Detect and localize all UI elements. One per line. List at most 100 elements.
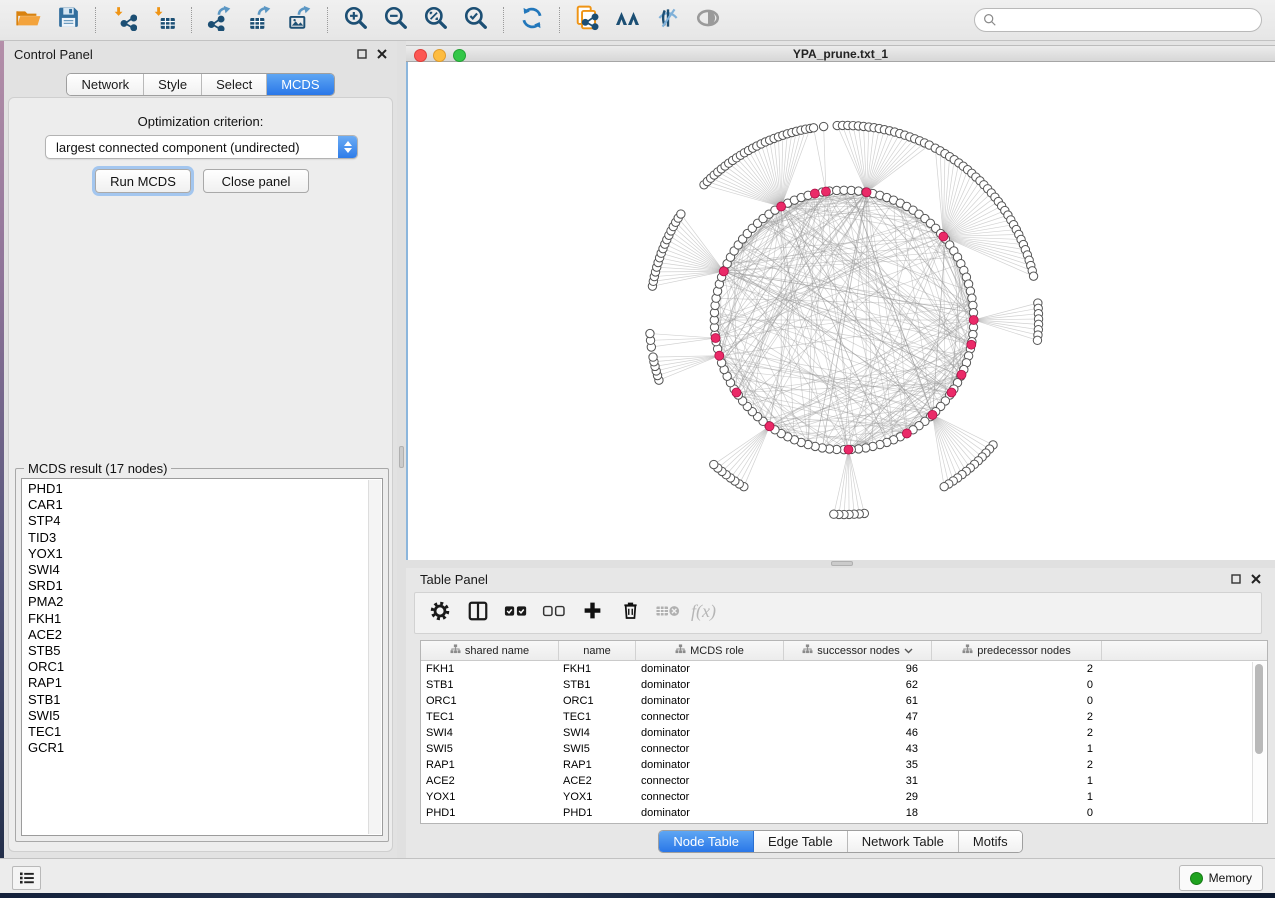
delete-column-button[interactable] [615, 598, 645, 628]
cell-predecessor-nodes[interactable]: 2 [932, 711, 1102, 723]
cell-successor-nodes[interactable]: 62 [784, 679, 932, 691]
cell-name[interactable]: STB1 [559, 679, 636, 691]
cell-MCDS-role[interactable]: dominator [636, 727, 784, 739]
tab-mcds[interactable]: MCDS [267, 74, 333, 95]
cell-successor-nodes[interactable]: 96 [784, 663, 932, 675]
save-session-button[interactable] [51, 5, 85, 35]
network-canvas[interactable] [406, 62, 1275, 560]
tab-motifs[interactable]: Motifs [959, 831, 1022, 852]
cell-MCDS-role[interactable]: dominator [636, 695, 784, 707]
mcds-result-node[interactable]: FKH1 [22, 611, 368, 627]
cell-shared-name[interactable]: YOX1 [421, 791, 559, 803]
mcds-result-node[interactable]: ORC1 [22, 659, 368, 675]
cell-successor-nodes[interactable]: 29 [784, 791, 932, 803]
column-header-shared-name[interactable]: shared name [421, 641, 559, 660]
cell-successor-nodes[interactable]: 31 [784, 775, 932, 787]
table-row-SWI5[interactable]: SWI5SWI5connector431 [421, 741, 1267, 757]
deselect-all-button[interactable] [539, 598, 569, 628]
export-image-button[interactable] [283, 5, 317, 35]
tab-network-table[interactable]: Network Table [848, 831, 959, 852]
cell-predecessor-nodes[interactable]: 0 [932, 807, 1102, 819]
birds-eye-button[interactable] [611, 5, 645, 35]
tab-style[interactable]: Style [144, 74, 202, 95]
cell-MCDS-role[interactable]: connector [636, 791, 784, 803]
import-table-button[interactable] [147, 5, 181, 35]
zoom-fit-button[interactable] [419, 5, 453, 35]
export-network-button[interactable] [203, 5, 237, 35]
cell-successor-nodes[interactable]: 18 [784, 807, 932, 819]
cell-MCDS-role[interactable]: dominator [636, 663, 784, 675]
close-panel-button[interactable]: Close panel [203, 169, 309, 193]
zoom-selected-button[interactable] [459, 5, 493, 35]
tab-select[interactable]: Select [202, 74, 267, 95]
table-row-ORC1[interactable]: ORC1ORC1dominator610 [421, 693, 1267, 709]
cell-shared-name[interactable]: ORC1 [421, 695, 559, 707]
search-input[interactable] [997, 10, 1261, 30]
float-panel-icon[interactable] [356, 49, 367, 60]
table-row-RAP1[interactable]: RAP1RAP1dominator352 [421, 757, 1267, 773]
select-all-button[interactable] [501, 598, 531, 628]
memory-button[interactable]: Memory [1179, 865, 1263, 891]
mcds-result-node[interactable]: SRD1 [22, 578, 368, 594]
mcds-result-node[interactable]: SWI5 [22, 708, 368, 724]
close-panel-icon[interactable] [376, 49, 387, 60]
cell-predecessor-nodes[interactable]: 1 [932, 775, 1102, 787]
cell-MCDS-role[interactable]: dominator [636, 759, 784, 771]
cell-name[interactable]: SWI5 [559, 743, 636, 755]
cell-shared-name[interactable]: TEC1 [421, 711, 559, 723]
cell-MCDS-role[interactable]: dominator [636, 679, 784, 691]
zoom-out-button[interactable] [379, 5, 413, 35]
tab-edge-table[interactable]: Edge Table [754, 831, 848, 852]
column-header-successor-nodes[interactable]: successor nodes [784, 641, 932, 660]
result-list-scrollbar[interactable] [368, 480, 381, 834]
import-network-button[interactable] [107, 5, 141, 35]
cell-predecessor-nodes[interactable]: 2 [932, 727, 1102, 739]
cell-shared-name[interactable]: RAP1 [421, 759, 559, 771]
cell-shared-name[interactable]: STB1 [421, 679, 559, 691]
run-mcds-button[interactable]: Run MCDS [95, 169, 191, 193]
mcds-result-node[interactable]: STB5 [22, 643, 368, 659]
cell-shared-name[interactable]: PHD1 [421, 807, 559, 819]
float-panel-icon[interactable] [1230, 574, 1241, 585]
mcds-result-node[interactable]: TID3 [22, 530, 368, 546]
mcds-result-node[interactable]: RAP1 [22, 675, 368, 691]
divider-grip[interactable] [399, 446, 404, 468]
cell-successor-nodes[interactable]: 43 [784, 743, 932, 755]
mcds-result-node[interactable]: PMA2 [22, 594, 368, 610]
share-document-button[interactable] [571, 5, 605, 35]
table-row-PHD1[interactable]: PHD1PHD1dominator180 [421, 805, 1267, 821]
column-header-name[interactable]: name [559, 641, 636, 660]
open-session-button[interactable] [11, 5, 45, 35]
settings-gear-button[interactable] [425, 598, 455, 628]
cell-name[interactable]: ACE2 [559, 775, 636, 787]
tab-network[interactable]: Network [67, 74, 144, 95]
cell-shared-name[interactable]: SWI5 [421, 743, 559, 755]
cell-MCDS-role[interactable]: connector [636, 711, 784, 723]
horizontal-split-divider[interactable] [406, 560, 1275, 568]
mcds-result-node[interactable]: STP4 [22, 513, 368, 529]
column-header-MCDS-role[interactable]: MCDS role [636, 641, 784, 660]
cell-predecessor-nodes[interactable]: 1 [932, 791, 1102, 803]
cell-successor-nodes[interactable]: 47 [784, 711, 932, 723]
table-row-SWI4[interactable]: SWI4SWI4dominator462 [421, 725, 1267, 741]
task-history-button[interactable] [12, 866, 41, 890]
cell-successor-nodes[interactable]: 46 [784, 727, 932, 739]
cell-name[interactable]: FKH1 [559, 663, 636, 675]
cell-name[interactable]: ORC1 [559, 695, 636, 707]
cell-MCDS-role[interactable]: connector [636, 743, 784, 755]
cell-name[interactable]: SWI4 [559, 727, 636, 739]
graphics-details-button[interactable] [651, 5, 685, 35]
cell-MCDS-role[interactable]: dominator [636, 807, 784, 819]
mcds-result-node[interactable]: STB1 [22, 692, 368, 708]
add-column-button[interactable] [577, 598, 607, 628]
close-panel-icon[interactable] [1250, 574, 1261, 585]
table-row-FKH1[interactable]: FKH1FKH1dominator962 [421, 661, 1267, 677]
cell-name[interactable]: TEC1 [559, 711, 636, 723]
mcds-result-node[interactable]: YOX1 [22, 546, 368, 562]
mcds-result-node[interactable]: GCR1 [22, 740, 368, 756]
cell-successor-nodes[interactable]: 61 [784, 695, 932, 707]
table-scrollbar-thumb[interactable] [1255, 664, 1263, 754]
tab-node-table[interactable]: Node Table [659, 831, 754, 852]
table-row-ACE2[interactable]: ACE2ACE2connector311 [421, 773, 1267, 789]
column-header-predecessor-nodes[interactable]: predecessor nodes [932, 641, 1102, 660]
